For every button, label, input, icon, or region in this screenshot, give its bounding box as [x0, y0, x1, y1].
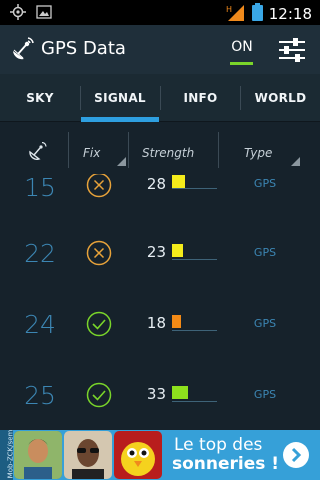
- satellite-list[interactable]: 15 28 GPS 22 23 GPS 24 18 GPS 25 33 GPS: [0, 174, 320, 430]
- signal-bar-track: [172, 401, 217, 402]
- signal-bar-track: [172, 259, 217, 260]
- action-bar: GPS Data ON: [0, 25, 320, 74]
- prn-number: 15: [24, 174, 56, 202]
- tab-world[interactable]: WORLD: [241, 74, 320, 122]
- image-icon: [36, 4, 52, 24]
- app-title: GPS Data: [41, 38, 126, 59]
- gps-icon: [10, 4, 26, 24]
- column-type-label: Type: [244, 146, 273, 160]
- svg-text:H: H: [226, 5, 232, 14]
- strength-value: 33: [146, 385, 166, 403]
- type-value: GPS: [253, 246, 277, 259]
- signal-icon: H: [226, 4, 246, 25]
- tab-sky[interactable]: SKY: [0, 74, 80, 122]
- type-value: GPS: [253, 177, 277, 190]
- ad-headline-2: sonneries !: [172, 454, 280, 474]
- tab-info[interactable]: INFO: [161, 74, 240, 122]
- status-bar: H 12:18: [0, 0, 320, 25]
- fix-no-icon: [86, 240, 112, 270]
- portrait-sunglasses-icon: [64, 431, 112, 479]
- signal-strength-bar: [172, 386, 188, 399]
- tab-signal-label: SIGNAL: [94, 91, 146, 105]
- satellite-icon: [28, 141, 48, 163]
- column-strength-label: Strength: [142, 146, 195, 160]
- portrait-man-icon: [14, 431, 62, 479]
- battery-icon: [251, 3, 263, 25]
- signal-bar-track: [172, 188, 217, 189]
- tab-sky-label: SKY: [26, 91, 54, 105]
- signal-strength-bar: [172, 175, 185, 188]
- column-divider: [128, 132, 129, 168]
- table-row[interactable]: 24 18 GPS: [0, 295, 320, 366]
- table-header: Fix Strength Type: [0, 122, 320, 174]
- signal-bar-track: [172, 330, 217, 331]
- column-divider: [68, 132, 69, 168]
- column-fix-label: Fix: [83, 146, 101, 160]
- column-prn-header[interactable]: [0, 132, 68, 168]
- fix-yes-icon: [86, 311, 112, 341]
- toggle-label: ON: [231, 39, 253, 55]
- ad-attribution: Mob-ZCK/sem: [0, 430, 14, 480]
- ad-headline-1: Le top des: [174, 435, 263, 455]
- gps-on-toggle[interactable]: ON: [229, 39, 255, 65]
- column-fix-header[interactable]: Fix: [68, 132, 128, 168]
- ad-banner[interactable]: Mob-ZCK/sem Le top des sonneries !: [0, 430, 320, 480]
- tab-world-label: WORLD: [254, 91, 307, 105]
- toggle-underline: [230, 62, 253, 65]
- status-time: 12:18: [268, 5, 312, 23]
- prn-number: 22: [24, 239, 56, 268]
- type-value: GPS: [253, 317, 277, 330]
- type-value: GPS: [253, 388, 277, 401]
- fix-no-icon: [86, 174, 112, 202]
- cartoon-chick-icon: [114, 431, 162, 479]
- satellite-dish-icon: [10, 37, 34, 65]
- settings-sliders-icon[interactable]: [278, 37, 306, 67]
- tab-signal[interactable]: SIGNAL: [81, 74, 159, 122]
- table-row[interactable]: 22 23 GPS: [0, 224, 320, 295]
- chevron-right-icon[interactable]: [283, 442, 309, 468]
- signal-strength-bar: [172, 244, 183, 257]
- fix-yes-icon: [86, 382, 112, 412]
- column-strength-header[interactable]: Strength: [128, 132, 218, 168]
- prn-number: 25: [24, 381, 56, 410]
- signal-strength-bar: [172, 315, 181, 328]
- strength-value: 18: [146, 314, 166, 332]
- strength-value: 28: [146, 175, 166, 193]
- table-row[interactable]: 15 28 GPS: [0, 174, 320, 224]
- column-type-header[interactable]: Type: [218, 132, 302, 168]
- tab-info-label: INFO: [183, 91, 218, 105]
- prn-number: 24: [24, 310, 56, 339]
- table-row[interactable]: 25 33 GPS: [0, 366, 320, 430]
- sort-indicator-icon: [291, 157, 300, 166]
- column-divider: [218, 132, 219, 168]
- tab-bar: SKY SIGNAL INFO WORLD: [0, 74, 320, 122]
- sort-indicator-icon: [117, 157, 126, 166]
- strength-value: 23: [146, 243, 166, 261]
